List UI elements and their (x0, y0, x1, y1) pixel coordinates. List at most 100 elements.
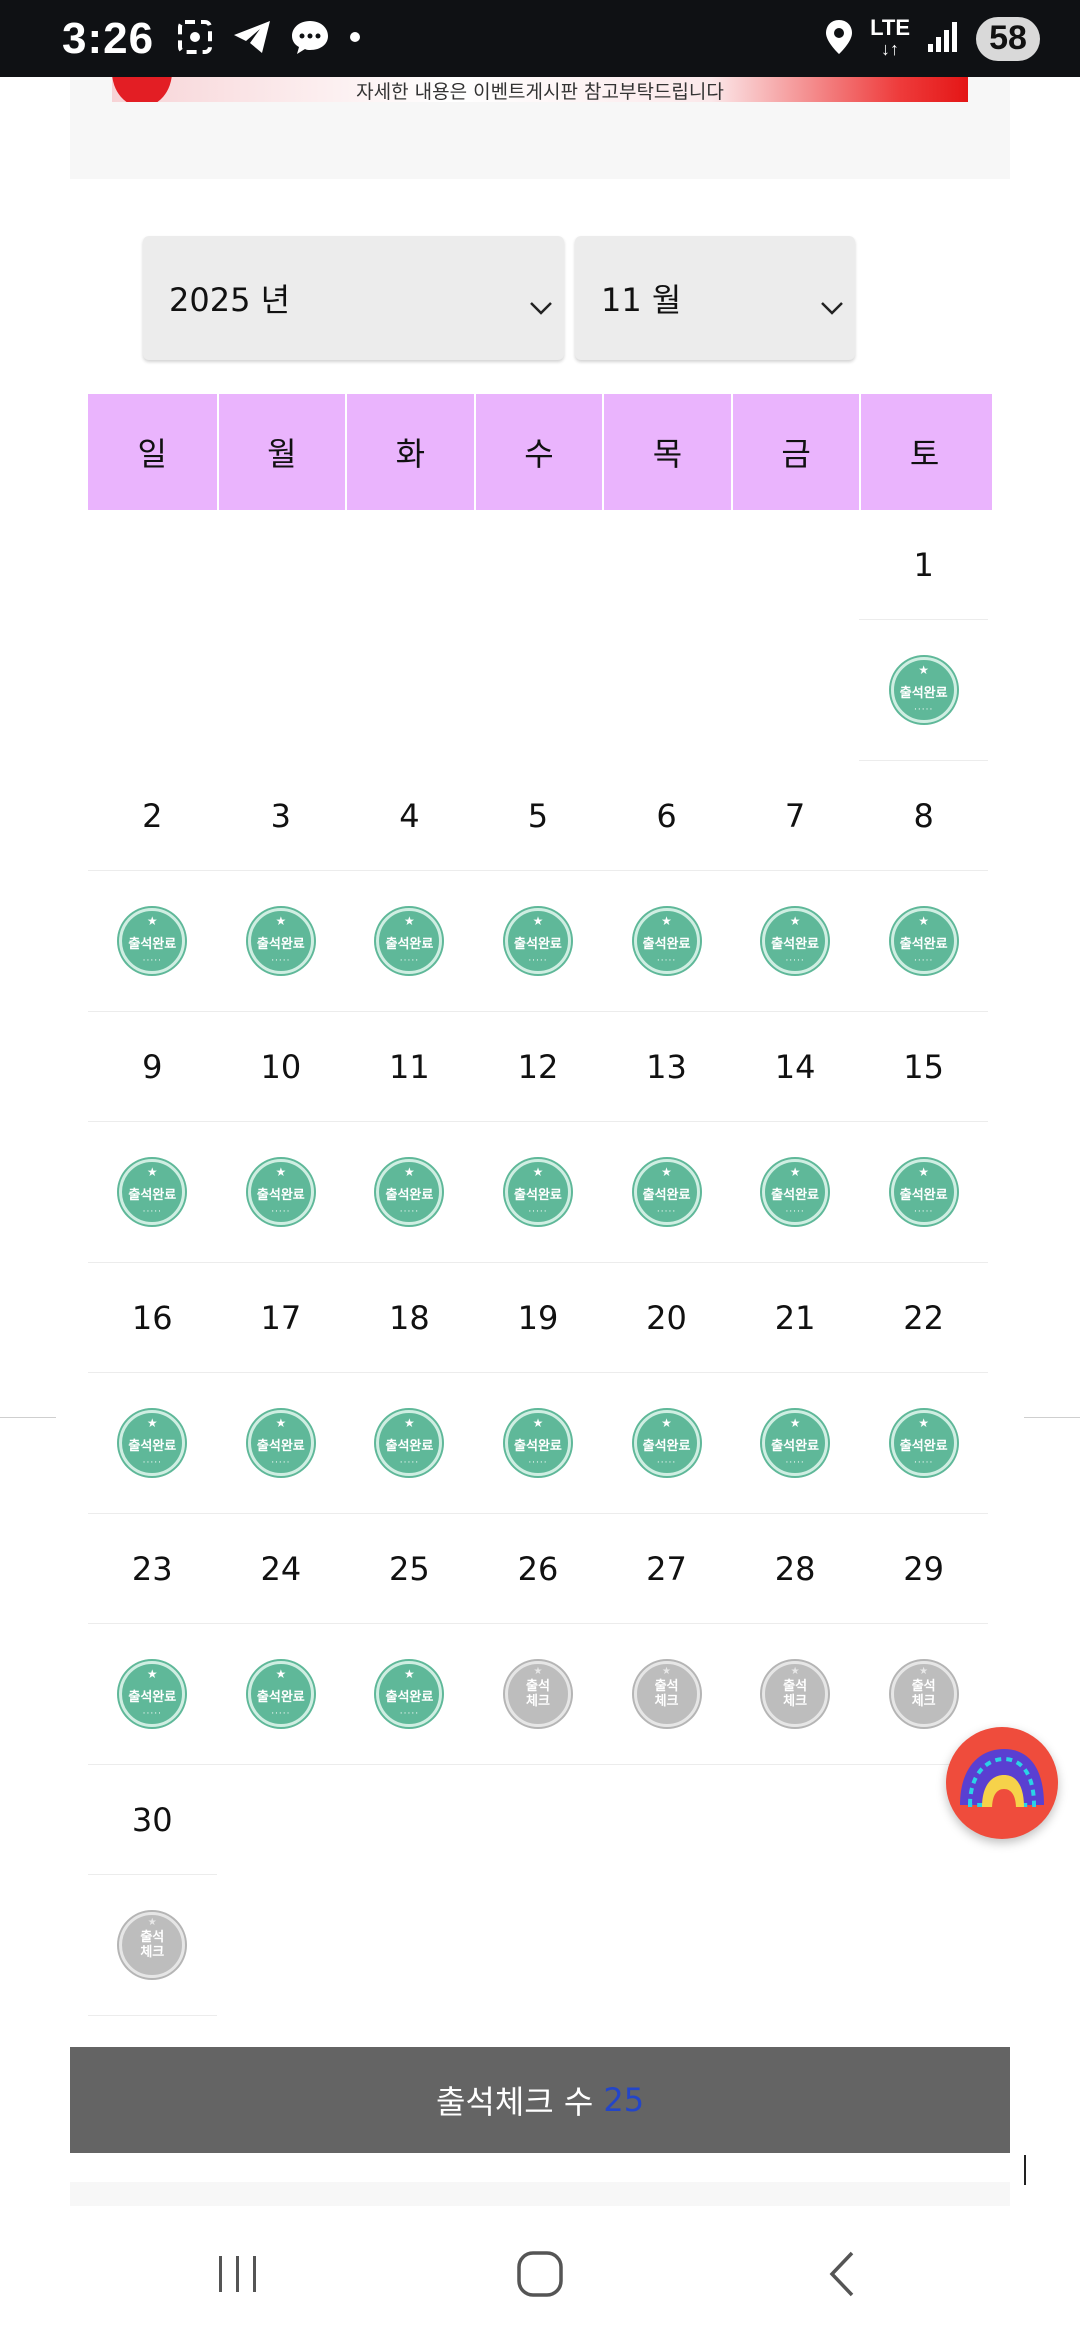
stamp-cell: ★ 출석완료 ····· (216, 1624, 346, 1765)
stamp-cell: ★ 출석완료 ····· (730, 1122, 860, 1263)
date-cell[interactable]: 24 (216, 1514, 346, 1624)
star-icon: ★ (918, 663, 930, 677)
attendance-done-stamp: ★ 출석완료 ····· (119, 1661, 186, 1727)
dot-icon (348, 29, 362, 48)
recent-apps-button[interactable] (203, 2244, 273, 2304)
date-cell[interactable]: 16 (88, 1263, 217, 1373)
star-icon: ★ (146, 914, 158, 928)
attendance-done-stamp: ★ 출석완료 ····· (890, 1410, 957, 1476)
date-row: 16 17 18 19 20 21 22 (88, 1263, 992, 1373)
attendance-done-stamp: ★ 출석완료 ····· (247, 908, 314, 974)
attendance-count-bar: 출석체크 수 25 (70, 2047, 1010, 2153)
attendance-done-stamp: ★ 출석완료 ····· (119, 1410, 186, 1476)
date-cell[interactable]: 4 (345, 761, 474, 871)
date-cell[interactable]: 6 (602, 761, 731, 871)
stamp-label: 출석완료 (128, 1689, 177, 1705)
star-icon: ★ (661, 1416, 672, 1430)
date-cell[interactable]: 23 (88, 1514, 217, 1624)
date-cell[interactable]: 20 (602, 1263, 731, 1373)
date-cell[interactable]: 21 (730, 1263, 860, 1373)
date-cell[interactable]: 22 (859, 1263, 988, 1373)
date-cell[interactable]: 3 (216, 761, 346, 871)
date-cell[interactable]: 25 (345, 1514, 474, 1624)
date-cell[interactable]: 19 (473, 1263, 603, 1373)
star-icon: ★ (662, 1666, 672, 1677)
empty-cell (217, 510, 346, 620)
year-select[interactable]: 2025 년 (143, 236, 564, 360)
date-row: 2345678 (88, 761, 992, 871)
stamp-cell: ★ 출석완료 ····· (859, 1122, 988, 1263)
empty-cell (88, 620, 217, 761)
stamp-label: 출석완료 (385, 936, 434, 952)
stamp-row: ★ 출석완료 ····· ★ 출석완료 ····· ★ 출석완료 ····· ★ 출석완료 ·····… (88, 1122, 992, 1263)
stamp-cell: ★ 출석완료 ····· (88, 1122, 217, 1263)
back-button[interactable] (807, 2244, 877, 2304)
date-cell[interactable]: 5 (473, 761, 603, 871)
stamp-label: 출석완료 (642, 1438, 691, 1454)
empty-cell (345, 510, 474, 620)
weekday-mon: 월 (216, 394, 346, 510)
floating-character-button[interactable] (946, 1727, 1058, 1839)
dots-decoration: ····· (399, 956, 420, 966)
date-cell[interactable]: 28 (730, 1514, 860, 1624)
date-cell[interactable]: 13 (602, 1012, 731, 1122)
month-select[interactable]: 11 월 (575, 236, 855, 360)
stamp-label: 출석완료 (385, 1438, 434, 1454)
date-cell[interactable]: 12 (473, 1012, 603, 1122)
year-select-value: 2025 년 (169, 281, 291, 319)
stamp-cell: ★ 출석완료 ····· (345, 1624, 474, 1765)
star-icon: ★ (789, 1416, 801, 1430)
date-cell[interactable]: 7 (730, 761, 860, 871)
telegram-icon (232, 19, 272, 59)
attendance-done-stamp: ★ 출석완료 ····· (633, 1159, 700, 1225)
stamp-cell: ★ 출석체크 (602, 1624, 731, 1765)
stamp-label: 출석완료 (128, 936, 177, 952)
star-icon: ★ (275, 1667, 287, 1681)
date-cell[interactable]: 10 (216, 1012, 346, 1122)
star-icon: ★ (918, 1416, 930, 1430)
date-cell[interactable]: 8 (859, 761, 988, 871)
attendance-done-stamp: ★ 출석완료 ····· (247, 1661, 314, 1727)
date-cell[interactable]: 2 (88, 761, 217, 871)
weekday-tue: 화 (345, 394, 474, 510)
recent-apps-icon (219, 2256, 256, 2292)
date-cell[interactable]: 11 (345, 1012, 474, 1122)
empty-cell (217, 1875, 346, 2016)
stamp-label: 출석완료 (899, 685, 948, 701)
attendance-done-stamp: ★ 출석완료 ····· (633, 908, 700, 974)
stamp-cell: ★ 출석체크 (88, 1875, 217, 2016)
empty-cell (345, 620, 474, 761)
calendar-body: 1 ★ 출석완료 ····· 2 3 4 5 6 7 8 ★ 출석완료 ····· ★ 출석완료 ····· ★ 출… (88, 510, 992, 2016)
dots-decoration: ····· (785, 1458, 805, 1468)
date-cell[interactable]: 17 (216, 1263, 346, 1373)
date-cell[interactable]: 9 (88, 1012, 217, 1122)
date-cell[interactable]: 30 (88, 1765, 217, 1875)
star-icon: ★ (789, 1165, 801, 1179)
attendance-calendar: 일 월 화 수 목 금 토 1 ★ 출석완료 ····· 2 3 4 5 6 7 8 ★ 출석완료 ···… (88, 394, 992, 2016)
stamp-label: 출석완료 (771, 1187, 820, 1203)
date-cell[interactable]: 15 (859, 1012, 988, 1122)
date-cell[interactable]: 29 (859, 1514, 988, 1624)
stamp-label: 출석완료 (128, 1438, 177, 1454)
dots-decoration: ····· (914, 705, 934, 715)
home-button[interactable] (505, 2244, 575, 2304)
stamp-cell: ★ 출석완료 ····· (473, 871, 603, 1012)
empty-cell (602, 1765, 731, 1875)
date-cell[interactable]: 26 (473, 1514, 603, 1624)
date-cell[interactable]: 18 (345, 1263, 474, 1373)
event-banner[interactable]: 자세한 내용은 이벤트게시판 참고부탁드립니다 (112, 77, 968, 102)
empty-cell (217, 620, 346, 761)
empty-cell (731, 620, 860, 761)
stamp-label: 출석체크 (783, 1679, 808, 1709)
stamp-cell: ★ 출석완료 ····· (859, 620, 988, 761)
divider-left (0, 1417, 56, 1418)
star-icon: ★ (275, 1416, 287, 1430)
date-cell[interactable]: 14 (730, 1012, 860, 1122)
date-cell[interactable]: 27 (602, 1514, 731, 1624)
date-cell[interactable]: 1 (859, 510, 988, 620)
dots-decoration: ····· (271, 1207, 291, 1217)
stamp-cell: ★ 출석완료 ····· (602, 871, 731, 1012)
dots-decoration: ····· (271, 1458, 291, 1468)
date-row: 30 (88, 1765, 992, 1875)
attendance-done-stamp: ★ 출석완료 ····· (376, 1159, 443, 1225)
